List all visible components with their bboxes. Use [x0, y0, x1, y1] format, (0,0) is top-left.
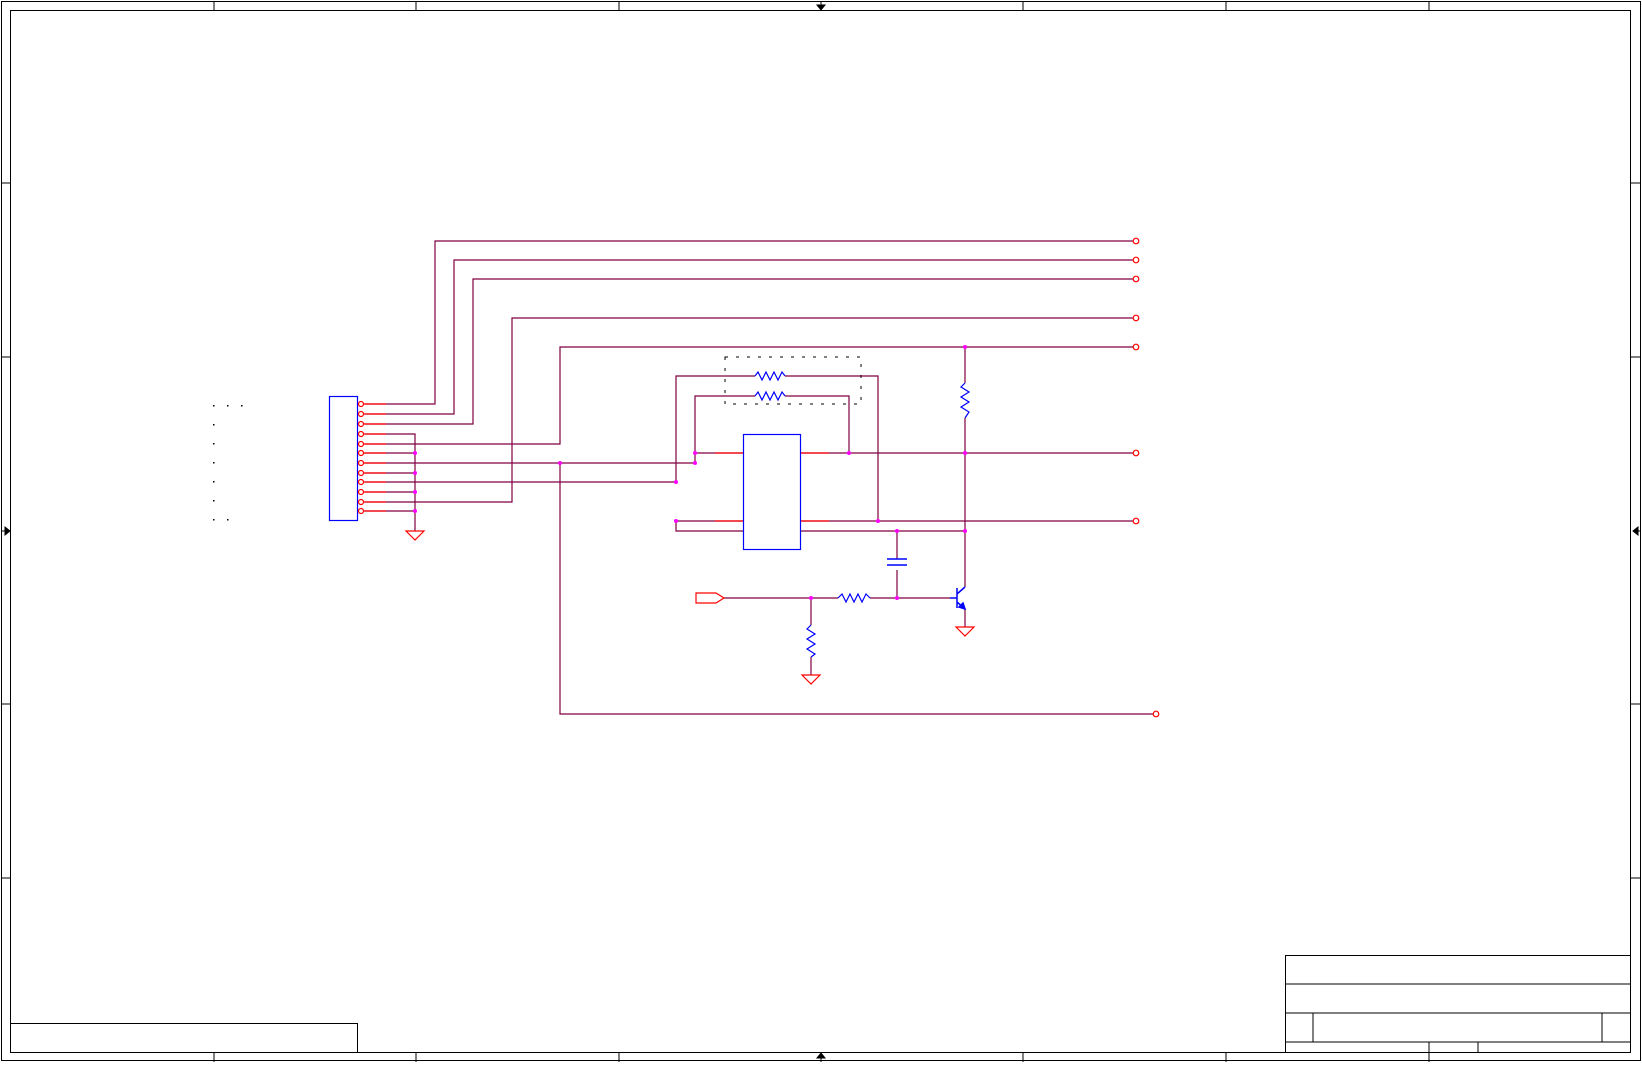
junction-dots [413, 345, 967, 600]
npn-transistor-icon [950, 586, 967, 611]
arrow-up-icon [815, 1052, 827, 1059]
resistor-pullup-icon [959, 382, 971, 419]
terminal-icon [1152, 710, 1160, 718]
schematic-canvas [1, 1, 1641, 1062]
ground-icon [404, 530, 426, 541]
terminal-icon [1132, 256, 1140, 264]
schematic-sheet [0, 0, 1642, 1063]
ground-icon [954, 626, 976, 637]
rn-wire-bottom-right [785, 395, 850, 453]
terminal-icon [1132, 449, 1140, 457]
notes-box [10, 1023, 358, 1053]
wires [365, 240, 1154, 715]
net-wire-long [559, 463, 1154, 715]
net-wire-2 [365, 259, 1134, 415]
net-wire-3 [365, 278, 1134, 425]
connector-pins [357, 400, 386, 515]
resistor-series-icon [837, 592, 871, 604]
resistor-rn2-icon [754, 390, 786, 402]
ic-u1 [715, 433, 829, 551]
terminal-icon [1132, 275, 1140, 283]
resistor-pulldown-icon [805, 624, 817, 658]
terminal-icon [1132, 517, 1140, 525]
arrow-right-icon [4, 525, 11, 537]
capacitor-icon [887, 558, 907, 566]
input-port-icon [695, 592, 726, 604]
arrow-down-icon [815, 4, 827, 11]
connector-j1 [328, 395, 386, 522]
pin-label-dots [213, 405, 243, 521]
ic-pins [715, 452, 829, 522]
title-block [1285, 955, 1631, 1053]
rn-wire-top-right [785, 375, 879, 521]
ground-symbols [404, 530, 976, 685]
terminal-icon [1132, 343, 1140, 351]
terminal-circles [1132, 237, 1160, 718]
rn-dashed-outline [724, 356, 862, 405]
connector-body [328, 395, 359, 522]
net-wire-1 [365, 240, 1134, 405]
ground-icon [800, 674, 822, 685]
resistor-rn1-icon [754, 370, 786, 382]
terminal-icon [1132, 314, 1140, 322]
terminal-icon [1132, 237, 1140, 245]
ic-body [742, 433, 802, 551]
arrow-left-icon [1632, 525, 1639, 537]
resistor-network [724, 356, 862, 405]
net-wire-4 [365, 317, 1134, 503]
